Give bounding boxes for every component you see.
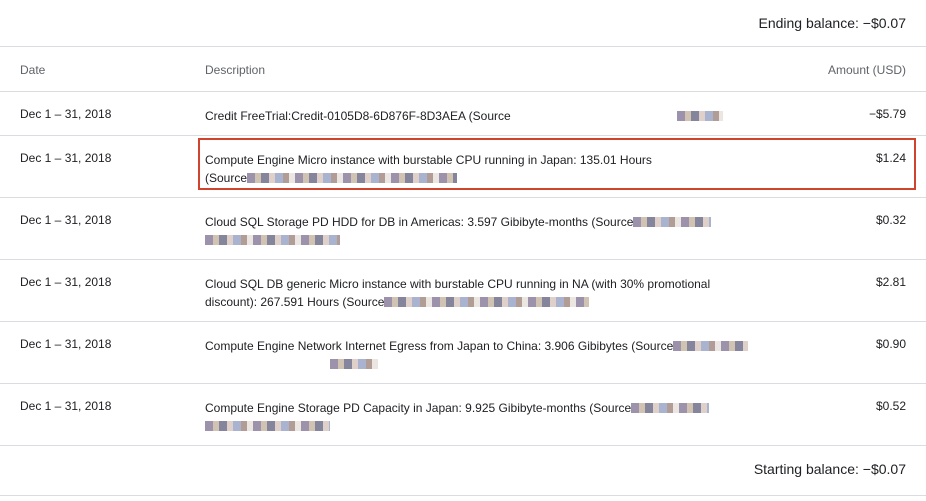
- redacted-text: [631, 403, 710, 413]
- redacted-text: [677, 111, 724, 121]
- redacted-text: [384, 297, 590, 307]
- table-row: Dec 1 – 31, 2018 Cloud SQL Storage PD HD…: [0, 197, 926, 259]
- highlight-box: [198, 138, 916, 190]
- row-date: Dec 1 – 31, 2018: [20, 399, 112, 413]
- table-row: Dec 1 – 31, 2018 Compute Engine Network …: [0, 321, 926, 383]
- row-description: Credit FreeTrial:Credit-0105D8-6D876F-8D…: [205, 107, 765, 125]
- row-description: Cloud SQL DB generic Micro instance with…: [205, 277, 711, 309]
- column-header-amount: Amount (USD): [827, 63, 906, 77]
- row-amount: −$5.79: [868, 107, 906, 121]
- row-description: Compute Engine Storage PD Capacity in Ja…: [205, 399, 765, 435]
- column-header-date: Date: [20, 63, 46, 77]
- row-amount: $2.81: [875, 275, 906, 289]
- table-row: Dec 1 – 31, 2018 Compute Engine Storage …: [0, 383, 926, 445]
- redacted-text: [534, 111, 674, 121]
- redacted-text: [205, 235, 340, 245]
- ending-balance: Ending balance: −$0.07: [758, 15, 906, 31]
- row-date: Dec 1 – 31, 2018: [20, 151, 112, 165]
- row-amount: $0.52: [875, 399, 906, 413]
- table-row: Dec 1 – 31, 2018 Cloud SQL DB generic Mi…: [0, 259, 926, 321]
- row-date: Dec 1 – 31, 2018: [20, 337, 112, 351]
- billing-transactions-page: Ending balance: −$0.07 Date Description …: [0, 0, 926, 501]
- row-amount: $0.90: [875, 337, 906, 351]
- row-amount: $0.32: [875, 213, 906, 227]
- table-header: Date Description Amount (USD): [0, 47, 926, 91]
- redacted-text: [330, 359, 378, 369]
- divider: [0, 445, 926, 446]
- redacted-text: [205, 421, 330, 431]
- redacted-text: [205, 359, 330, 369]
- table-row: Dec 1 – 31, 2018 Credit FreeTrial:Credit…: [0, 91, 926, 135]
- row-description: Compute Engine Network Internet Egress f…: [205, 337, 765, 373]
- starting-balance: Starting balance: −$0.07: [753, 461, 906, 477]
- row-date: Dec 1 – 31, 2018: [20, 213, 112, 227]
- divider: [0, 495, 926, 496]
- redacted-text: [633, 217, 712, 227]
- row-date: Dec 1 – 31, 2018: [20, 275, 112, 289]
- column-header-description: Description: [205, 63, 266, 77]
- redacted-text: [673, 341, 749, 351]
- row-date: Dec 1 – 31, 2018: [20, 107, 112, 121]
- row-description: Cloud SQL Storage PD HDD for DB in Ameri…: [205, 213, 765, 249]
